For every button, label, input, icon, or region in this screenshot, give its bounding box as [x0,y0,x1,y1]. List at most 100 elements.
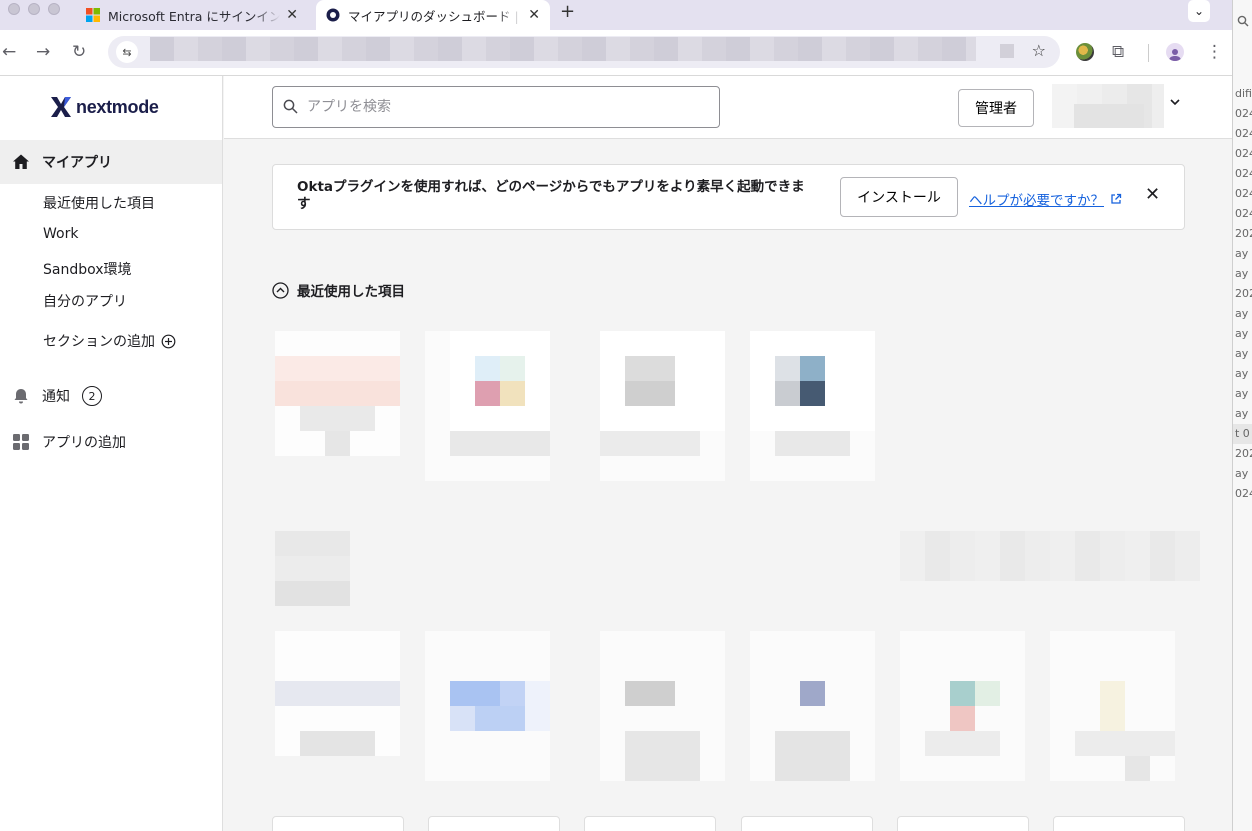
tab-title: Microsoft Entra にサインインす [108,8,281,24]
plus-circle-icon [161,334,176,348]
list-item: 024 [1235,487,1252,500]
sidebar-item-work[interactable]: Work [43,226,78,242]
app-tile[interactable] [750,631,875,781]
extension-avatar-icon[interactable] [1076,43,1094,61]
tab-microsoft-entra[interactable]: Microsoft Entra にサインインす ✕ [76,0,308,30]
list-item: 202 [1235,287,1252,300]
apps-grid-icon [13,434,29,450]
home-icon [13,154,29,169]
bookmark-star-icon[interactable]: ☆ [1032,41,1046,60]
app-tile[interactable] [1050,631,1175,781]
chevron-up-circle-icon [272,281,289,299]
app-card[interactable] [741,816,873,831]
toolbar-divider [1148,44,1149,62]
list-item: ay a [1235,267,1252,280]
list-item: 024 [1235,127,1252,140]
nextmode-x-logo-icon [51,97,71,117]
redacted-section-controls [900,531,1200,581]
app-tile[interactable] [425,631,550,781]
app-tile[interactable] [900,631,1025,781]
site-info-icon[interactable]: ⇆ [116,41,138,63]
app-tile[interactable] [750,331,875,481]
list-item: t 0 [1233,424,1252,444]
browser-tab-bar: Microsoft Entra にサインインす ✕ マイアプリのダッシュボード … [0,0,1232,30]
sidebar-item-notifications[interactable]: 通知 2 [12,386,102,406]
list-item: ay a [1235,327,1252,340]
chevron-down-icon[interactable] [1169,96,1181,112]
list-item: ay a [1235,347,1252,360]
new-tab-icon[interactable]: + [560,1,575,22]
sidebar-item-my-apps[interactable]: マイアプリ [0,140,222,184]
browser-menu-icon[interactable]: ⋮ [1206,42,1223,62]
extensions-puzzle-icon[interactable]: ⧉ [1112,42,1124,62]
microsoft-logo-icon [86,8,100,22]
app-tile[interactable] [600,631,725,781]
list-item: ay a [1235,367,1252,380]
redacted-url-fragment [1000,44,1014,58]
window-close-dot[interactable] [8,3,20,15]
help-link-label: ヘルプが必要ですか？ [969,193,1104,209]
search-icon [283,99,298,114]
tab-search-icon[interactable]: ⌄ [1188,0,1210,22]
app-tile[interactable] [425,331,550,481]
back-icon[interactable]: ← [2,42,16,62]
list-item: 202 [1235,447,1252,460]
list-item: ay a [1235,407,1252,420]
close-icon[interactable]: ✕ [1145,184,1160,205]
add-section-button[interactable]: セクションの追加 [43,331,176,351]
sidebar-item-label: 通知 [42,389,70,405]
sidebar-item-label: アプリの追加 [42,435,126,451]
app-tile[interactable] [275,631,400,781]
tab-my-apps-dashboard[interactable]: マイアプリのダッシュボード | Sa ✕ [316,0,550,30]
redacted-user-menu[interactable] [1052,84,1164,128]
window-zoom-dot[interactable] [48,3,60,15]
tab-title: マイアプリのダッシュボード | Sa [348,8,523,24]
list-item: 024 [1235,167,1252,180]
redacted-section-title [275,531,350,606]
nextmode-logo[interactable]: nextmode [50,96,159,118]
sidebar-item-my-own-apps[interactable]: 自分のアプリ [43,291,127,311]
admin-button[interactable]: 管理者 [958,89,1034,127]
app-card[interactable] [897,816,1029,831]
recent-section-header[interactable]: 最近使用した項目 [272,280,405,300]
window-minimize-dot[interactable] [28,3,40,15]
app-card[interactable] [428,816,560,831]
list-item: ay a [1235,387,1252,400]
search-input[interactable] [307,95,707,119]
list-item: ay a [1235,467,1252,480]
app-card[interactable] [1053,816,1185,831]
forward-icon[interactable]: → [36,42,50,62]
reload-icon[interactable]: ↻ [72,42,86,62]
tab-close-icon[interactable]: ✕ [286,7,298,23]
list-item: 024 [1235,107,1252,120]
redacted-url [150,37,976,61]
list-item: 024 [1235,147,1252,160]
section-title: 最近使用した項目 [297,284,405,300]
background-window-strip: dific 024 024 024 024 024 024 202 ay a a… [1232,0,1252,831]
sidebar-item-label: マイアプリ [42,155,112,171]
okta-logo-icon [326,8,340,22]
tab-close-icon[interactable]: ✕ [528,7,540,23]
bell-icon [14,389,28,404]
list-item: ay a [1235,307,1252,320]
app-search-box[interactable] [272,86,720,128]
app-tile[interactable] [600,331,725,481]
add-section-label: セクションの追加 [43,334,155,350]
app-tile[interactable] [275,331,400,481]
install-button[interactable]: インストール [840,177,958,217]
banner-message: Oktaプラグインを使用すれば、どのページからでもアプリをより素早く起動できます [297,179,805,212]
app-header: 管理者 [224,76,1232,139]
sidebar: nextmode マイアプリ 最近使用した項目 Work Sandbox環境 自… [0,76,223,831]
sidebar-item-recent[interactable]: 最近使用した項目 [43,193,155,213]
list-item: 024 [1235,207,1252,220]
list-item: ay a [1235,247,1252,260]
profile-icon[interactable] [1166,43,1184,61]
sidebar-item-add-apps[interactable]: アプリの追加 [12,432,126,452]
help-link[interactable]: ヘルプが必要ですか？ [969,189,1122,209]
app-card[interactable] [584,816,716,831]
list-item: 202 [1235,227,1252,240]
sidebar-item-sandbox[interactable]: Sandbox環境 [43,259,132,279]
app-card[interactable] [272,816,404,831]
search-icon [1233,0,1252,42]
address-bar[interactable]: ⇆ ☆ [108,36,1060,68]
